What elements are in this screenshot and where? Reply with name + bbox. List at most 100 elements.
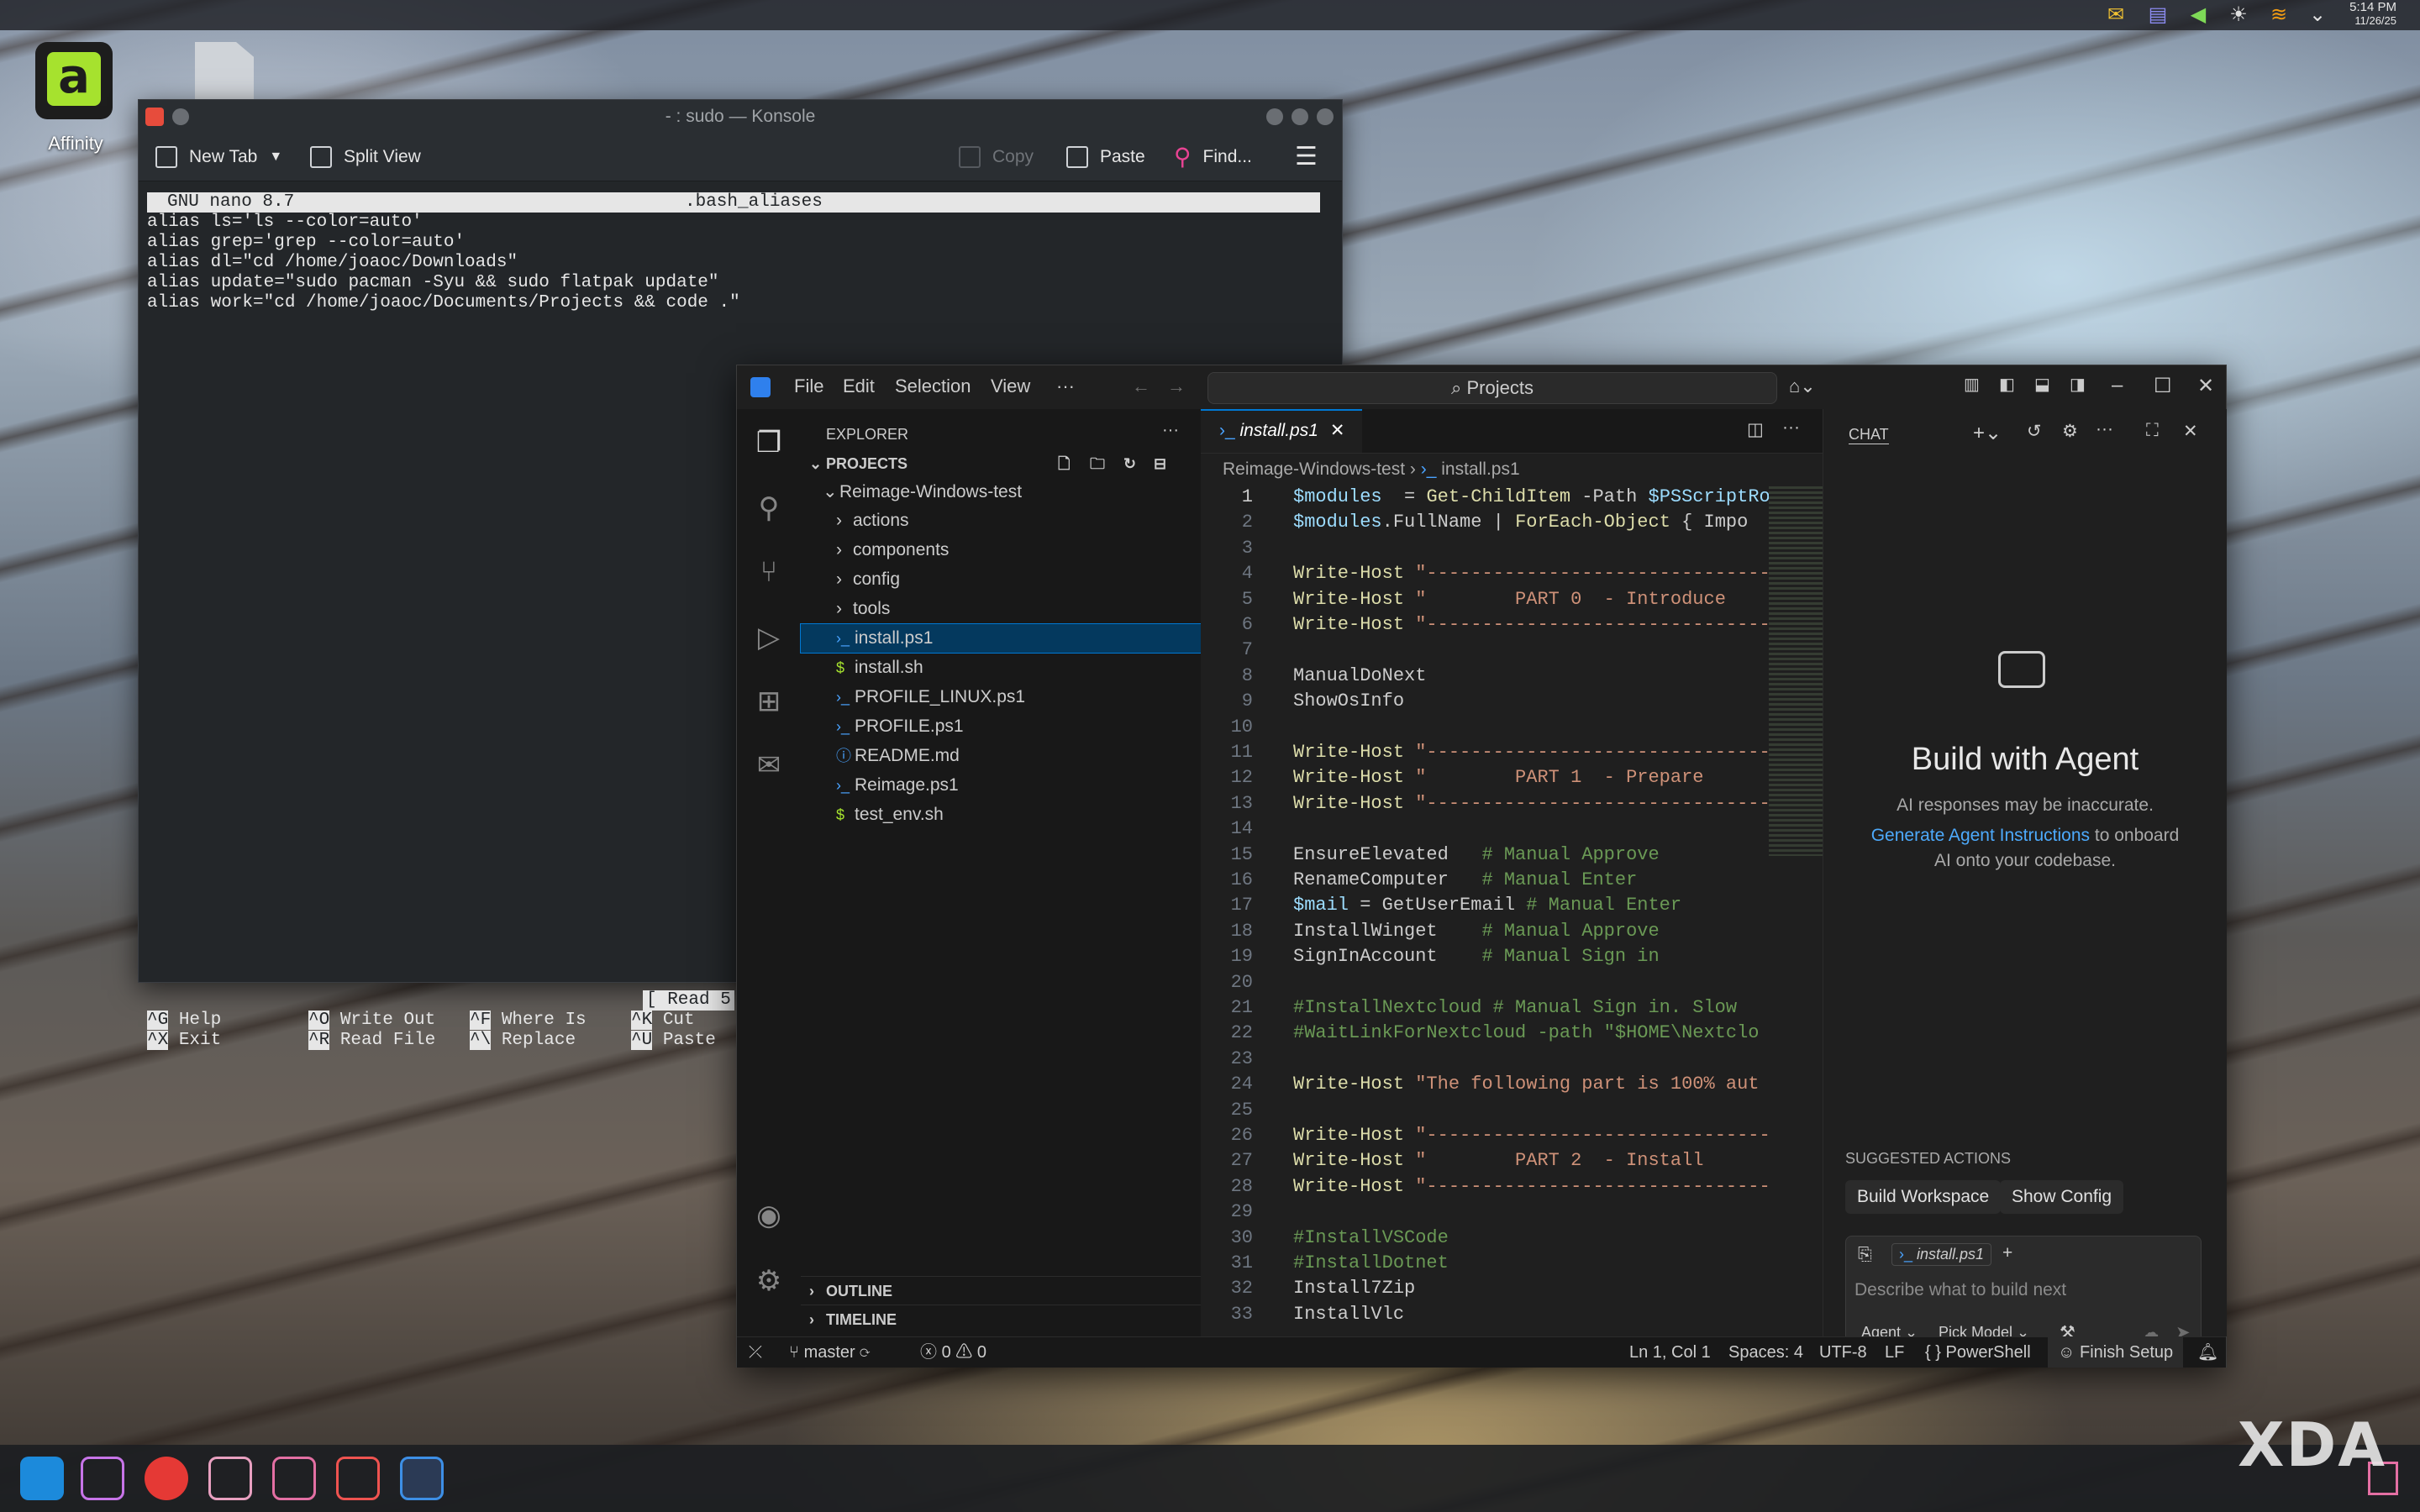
projects-section-header[interactable]: ⌄PROJECTS 🗋 🗀 ↻ ⊟	[801, 449, 1201, 478]
minimize-button[interactable]	[1266, 108, 1283, 125]
menu-view[interactable]: View	[991, 375, 1030, 397]
maximize-button[interactable]	[1292, 108, 1308, 125]
copilot-icon[interactable]: ⌂⌄	[1789, 375, 1816, 397]
brightness-icon[interactable]: ☀	[2227, 3, 2250, 27]
customize-layout-icon[interactable]: ▥	[1964, 374, 1980, 395]
close-button[interactable]: ✕	[2197, 374, 2214, 398]
close-button[interactable]	[1317, 108, 1334, 125]
music-app-icon[interactable]	[145, 1457, 188, 1500]
explorer-icon[interactable]: ❐	[750, 424, 787, 461]
menu-file[interactable]: File	[794, 375, 823, 397]
minimap[interactable]	[1769, 486, 1823, 856]
find-button[interactable]: ⚲ Find...	[1174, 144, 1252, 171]
breadcrumb[interactable]: Reimage-Windows-test › ›_ install.ps1	[1223, 459, 1520, 480]
minimize-button[interactable]: –	[2112, 374, 2123, 397]
account-icon[interactable]: ◉	[750, 1197, 787, 1234]
clock[interactable]: 5:14 PM 11/26/25	[2349, 1, 2396, 28]
outline-section[interactable]: ›OUTLINE	[801, 1276, 1201, 1305]
menu-selection[interactable]: Selection	[895, 375, 971, 397]
notifications-bell-icon[interactable]: 🔔︎	[2197, 1337, 2218, 1368]
tree-file[interactable]: ›_PROFILE_LINUX.ps1	[801, 683, 1201, 711]
app-launcher-icon[interactable]	[20, 1457, 64, 1500]
maximize-button[interactable]: ☐	[2154, 374, 2172, 398]
run-debug-icon[interactable]: ▷	[750, 619, 787, 656]
editor-more-icon[interactable]: ···	[1782, 417, 1800, 438]
indentation[interactable]: Spaces: 4	[1728, 1337, 1803, 1368]
context-chip[interactable]: ›_ install.ps1	[1891, 1243, 1991, 1266]
new-chat-icon[interactable]: +⌄	[1973, 421, 2002, 445]
tree-file-selected[interactable]: ›_install.ps1	[801, 624, 1201, 653]
add-context-icon[interactable]: +	[2002, 1243, 2012, 1263]
toggle-panel-icon[interactable]: ⬓	[2034, 374, 2050, 395]
tree-folder[interactable]: ›components	[801, 536, 1201, 564]
chat-icon[interactable]: ✉	[750, 747, 787, 784]
line-ending[interactable]: LF	[1885, 1337, 1904, 1368]
forward-arrow-icon[interactable]: →	[1167, 375, 1186, 397]
new-tab-button[interactable]: New Tab ▼	[155, 144, 282, 171]
paste-button[interactable]: Paste	[1066, 144, 1145, 171]
show-config-button[interactable]: Show Config	[2000, 1180, 2123, 1214]
tab-install-ps1[interactable]: ›_ install.ps1✕	[1201, 409, 1362, 453]
vscode-taskbar-icon[interactable]	[400, 1457, 444, 1500]
split-editor-icon[interactable]: ◫	[1747, 419, 1764, 440]
tree-folder[interactable]: ›config	[801, 565, 1201, 594]
konsole-titlebar[interactable]: - : sudo — Konsole	[139, 100, 1342, 134]
tree-file[interactable]: $install.sh	[801, 654, 1201, 682]
command-center-search[interactable]: ⌕ Projects	[1207, 372, 1777, 404]
split-view-button[interactable]: Split View	[310, 144, 421, 171]
notification-icon[interactable]: ✉	[2104, 3, 2128, 27]
extensions-icon[interactable]: ⊞	[750, 683, 787, 720]
timeline-section[interactable]: ›TIMELINE	[801, 1305, 1201, 1333]
collapse-all-icon[interactable]: ⊟	[1154, 449, 1166, 478]
maximize-chat-icon[interactable]: ⛶	[2146, 421, 2159, 441]
copy-button[interactable]: Copy	[959, 144, 1034, 171]
back-arrow-icon[interactable]: ←	[1132, 375, 1150, 397]
wifi-icon[interactable]: ≋	[2267, 3, 2291, 27]
system-monitor-icon[interactable]	[208, 1457, 252, 1500]
generate-instructions-link[interactable]: Generate Agent Instructions	[1871, 826, 2090, 845]
history-icon[interactable]: ↺	[2027, 421, 2042, 442]
cursor-position[interactable]: Ln 1, Col 1	[1629, 1337, 1711, 1368]
finish-setup-button[interactable]: ☺ Finish Setup	[2048, 1337, 2183, 1368]
source-control-icon[interactable]: ⑂	[750, 554, 787, 591]
file-manager-icon[interactable]	[81, 1457, 124, 1500]
tray-expand-icon[interactable]: ⌄	[2306, 3, 2329, 27]
tree-file[interactable]: ⓘREADME.md	[801, 742, 1201, 770]
problems-indicator[interactable]: ⓧ 0 ⚠ 0	[920, 1337, 986, 1368]
volume-icon[interactable]: ◀	[2186, 3, 2210, 27]
close-chat-icon[interactable]: ✕	[2183, 421, 2198, 442]
hamburger-menu-icon[interactable]: ☰	[1295, 144, 1318, 171]
desktop-icon-affinity[interactable]: a	[32, 39, 116, 123]
tree-folder[interactable]: ›actions	[801, 507, 1201, 535]
tree-folder-root[interactable]: ⌄Reimage-Windows-test	[801, 478, 1201, 507]
settings-gear-icon[interactable]: ⚙	[750, 1263, 787, 1299]
new-folder-icon[interactable]: 🗀	[1090, 449, 1105, 478]
language-mode[interactable]: { } PowerShell	[1925, 1337, 2031, 1368]
code-editor[interactable]: 1$modules = Get-ChildItem -Path $PSScrip…	[1201, 486, 1769, 1336]
desktop-file-icon[interactable]	[195, 42, 254, 104]
explorer-more-icon[interactable]: ···	[1162, 421, 1179, 440]
menu-more[interactable]: ···	[1056, 375, 1075, 397]
search-icon[interactable]: ⚲	[750, 490, 787, 527]
clipboard-icon[interactable]: ▤	[2146, 3, 2170, 27]
encoding[interactable]: UTF-8	[1819, 1337, 1867, 1368]
toggle-secondary-sidebar-icon[interactable]: ◨	[2070, 374, 2086, 395]
tree-file[interactable]: $test_env.sh	[801, 801, 1201, 829]
chat-settings-gear-icon[interactable]: ⚙	[2062, 421, 2078, 442]
toggle-sidebar-icon[interactable]: ◧	[1999, 374, 2015, 395]
konsole-taskbar-icon[interactable]	[272, 1457, 316, 1500]
pin-icon[interactable]	[172, 108, 189, 125]
refresh-icon[interactable]: ↻	[1123, 449, 1136, 478]
remote-icon[interactable]: ⤫	[749, 1337, 762, 1368]
tree-file[interactable]: ›_PROFILE.ps1	[801, 712, 1201, 741]
vscode-titlebar[interactable]: File Edit Selection View ··· ← → ⌕ Proje…	[737, 365, 2226, 410]
new-file-icon[interactable]: 🗋	[1058, 449, 1070, 478]
tree-folder[interactable]: ›tools	[801, 595, 1201, 623]
menu-edit[interactable]: Edit	[843, 375, 875, 397]
branch-indicator[interactable]: ⑂ master ⟳	[789, 1337, 870, 1368]
attach-icon[interactable]: ⎘	[1858, 1245, 1872, 1265]
chat-more-icon[interactable]: ···	[2096, 419, 2113, 439]
vivaldi-icon[interactable]	[336, 1457, 380, 1500]
tree-file[interactable]: ›_Reimage.ps1	[801, 771, 1201, 800]
build-workspace-button[interactable]: Build Workspace	[1845, 1180, 2001, 1214]
